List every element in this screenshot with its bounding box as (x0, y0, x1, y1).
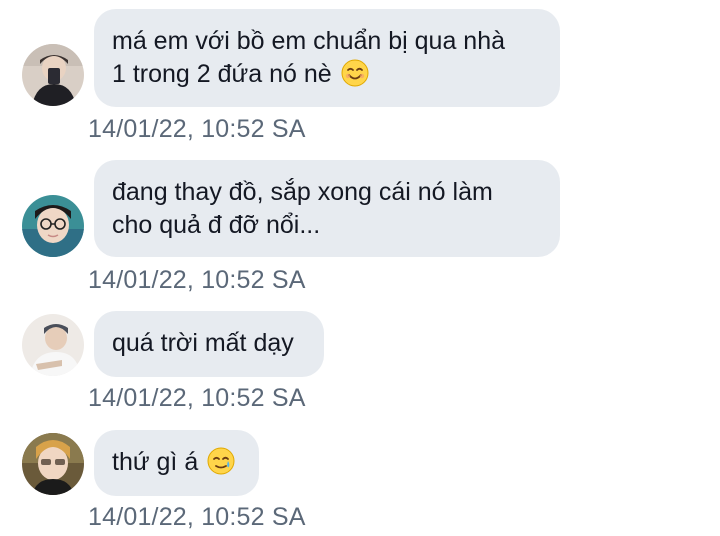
avatar-photo (22, 195, 84, 257)
message-text: 1 trong 2 đứa nó nè (112, 60, 332, 88)
smiling-face-icon (341, 59, 369, 87)
smiling-face-with-tear-icon (207, 447, 235, 475)
message-timestamp: 14/01/22, 10:52 SA (88, 384, 306, 412)
avatar-photo (22, 433, 84, 495)
message-bubble[interactable]: thứ gì á (94, 430, 259, 496)
message-text-line-1: má em với bồ em chuẩn bị qua nhà (112, 27, 506, 55)
avatar[interactable] (22, 314, 84, 376)
avatar-photo (22, 44, 84, 106)
message-bubble[interactable]: má em với bồ em chuẩn bị qua nhà 1 trong… (94, 9, 560, 107)
message-timestamp: 14/01/22, 10:52 SA (88, 115, 306, 143)
message-text: quá trời mất dạy (112, 329, 294, 357)
avatar[interactable] (22, 44, 84, 106)
avatar[interactable] (22, 433, 84, 495)
avatar[interactable] (22, 195, 84, 257)
message-text: thứ gì á (112, 448, 199, 476)
message-text-line-1: đang thay đồ, sắp xong cái nó làm (112, 178, 493, 206)
message-bubble[interactable]: quá trời mất dạy (94, 311, 324, 377)
message-bubble[interactable]: đang thay đồ, sắp xong cái nó làm cho qu… (94, 160, 560, 257)
message-timestamp: 14/01/22, 10:52 SA (88, 266, 306, 294)
avatar-photo (22, 314, 84, 376)
message-text-line-2: cho quả đ đỡ nổi... (112, 211, 321, 239)
message-text-line-2: 1 trong 2 đứa nó nè (112, 58, 540, 91)
message-text-line-1: thứ gì á (112, 446, 239, 479)
message-timestamp: 14/01/22, 10:52 SA (88, 503, 306, 531)
